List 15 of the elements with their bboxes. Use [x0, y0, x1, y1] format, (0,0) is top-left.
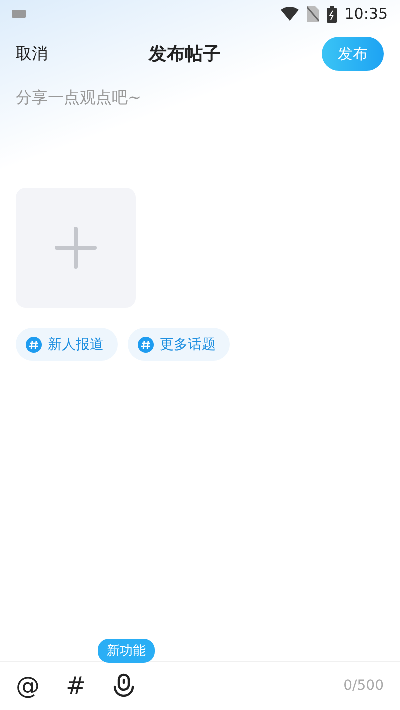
character-counter: 0/500 — [344, 678, 384, 694]
plus-icon — [55, 227, 97, 269]
hashtag-icon — [26, 336, 42, 352]
wifi-icon — [280, 7, 299, 21]
cancel-link[interactable]: 取消 — [16, 44, 48, 64]
page-title: 发布帖子 — [149, 43, 221, 66]
microphone-icon[interactable] — [112, 673, 136, 699]
hashtag-icon — [138, 336, 154, 352]
battery-icon — [326, 6, 337, 22]
new-feature-tooltip: 新功能 — [98, 639, 155, 663]
post-input[interactable]: 分享一点观点吧~ — [16, 88, 384, 188]
mention-button[interactable]: @ — [16, 672, 40, 700]
no-sim-icon — [306, 6, 319, 22]
status-time: 10:35 — [344, 5, 388, 23]
hashtag-button[interactable]: # — [66, 672, 86, 700]
